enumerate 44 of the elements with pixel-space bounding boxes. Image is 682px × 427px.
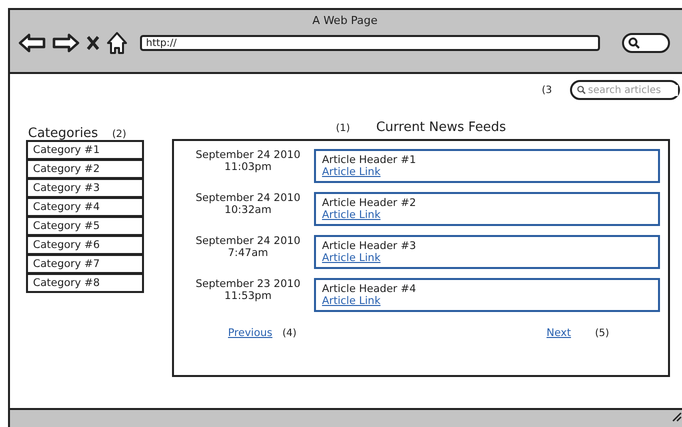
- article-link[interactable]: Article Link: [322, 295, 381, 307]
- search-field[interactable]: [622, 33, 670, 53]
- article-date: September 24 2010: [196, 235, 300, 247]
- home-icon[interactable]: [106, 31, 128, 55]
- article-time: 11:53pm: [224, 290, 272, 302]
- article-date: September 24 2010: [196, 192, 300, 204]
- article-time: 7:47am: [228, 247, 268, 259]
- search-icon: [577, 85, 586, 95]
- category-item[interactable]: Category #5: [26, 216, 144, 236]
- address-field[interactable]: http://: [140, 35, 600, 51]
- window-title: A Web Page: [312, 14, 378, 27]
- category-item[interactable]: Category #7: [26, 254, 144, 274]
- forward-icon[interactable]: [52, 33, 80, 53]
- category-item[interactable]: Category #8: [26, 273, 144, 293]
- back-icon[interactable]: [18, 33, 46, 53]
- article-header: Article Header #1: [322, 154, 416, 166]
- category-item[interactable]: Category #1: [26, 140, 144, 160]
- article-header: Article Header #3: [322, 240, 416, 252]
- category-item[interactable]: Category #3: [26, 178, 144, 198]
- categories-heading: Categories: [28, 126, 98, 141]
- article-date: September 24 2010: [196, 149, 300, 161]
- article-time: 11:03pm: [224, 161, 272, 173]
- search-icon: [628, 37, 640, 49]
- category-item[interactable]: Category #4: [26, 197, 144, 217]
- search-field[interactable]: search articles: [570, 80, 680, 100]
- annotation: (3: [542, 84, 552, 96]
- article-link[interactable]: Article Link: [322, 209, 381, 221]
- article-link[interactable]: Article Link: [322, 166, 381, 178]
- article-time: 10:32am: [224, 204, 272, 216]
- next-link[interactable]: Next: [546, 327, 572, 339]
- article-header: Article Header #2: [322, 197, 416, 209]
- category-item[interactable]: Category #6: [26, 235, 144, 255]
- annotation: (4): [282, 328, 297, 339]
- annotation: (5): [595, 328, 610, 339]
- article-date: September 23 2010: [196, 278, 300, 290]
- category-item[interactable]: Category #2: [26, 159, 144, 179]
- feed-heading: Current News Feeds: [376, 120, 506, 135]
- previous-link[interactable]: Previous: [228, 327, 272, 339]
- annotation: (2): [112, 129, 126, 140]
- annotation: (1): [336, 123, 350, 134]
- resize-grip-icon[interactable]: [672, 412, 682, 422]
- article-header: Article Header #4: [322, 283, 416, 295]
- close-icon[interactable]: [86, 35, 100, 51]
- article-link[interactable]: Article Link: [322, 252, 381, 264]
